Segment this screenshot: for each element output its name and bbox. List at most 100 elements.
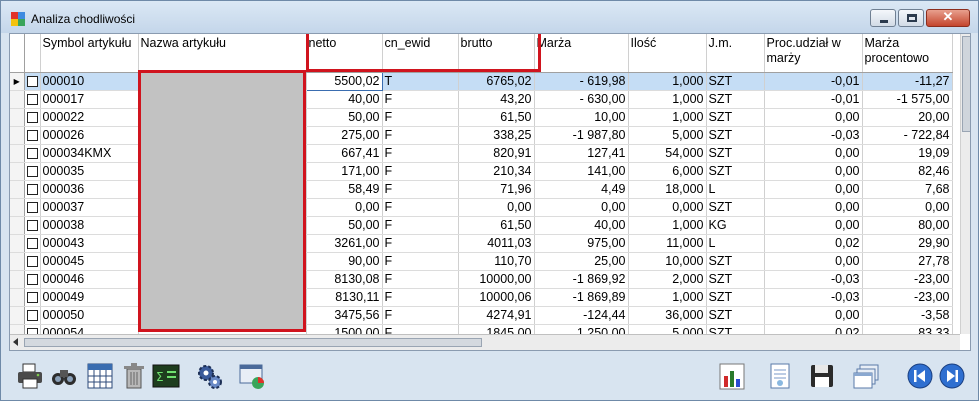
cell-ilosc[interactable]: 10,000 — [628, 252, 707, 271]
horizontal-scroll-thumb[interactable] — [24, 338, 482, 347]
cell-marza[interactable]: 0,00 — [534, 198, 629, 217]
cell-cn-ewid[interactable]: F — [382, 198, 459, 217]
cell-marza-proc[interactable]: -11,27 — [862, 72, 953, 91]
cell-netto[interactable]: 8130,08 — [306, 270, 383, 289]
cell-marza-proc[interactable]: 19,09 — [862, 144, 953, 163]
horizontal-scrollbar[interactable] — [10, 334, 960, 350]
row-checkbox[interactable] — [26, 94, 38, 106]
row-checkbox-cell[interactable] — [24, 144, 41, 163]
cell-marza[interactable]: -124,44 — [534, 306, 629, 325]
cell-marza-proc[interactable]: -3,58 — [862, 306, 953, 325]
cell-ilosc[interactable]: 36,000 — [628, 306, 707, 325]
cell-symbol[interactable]: 000036 — [40, 180, 139, 199]
cell-brutto[interactable]: 6765,02 — [458, 72, 535, 91]
row-checkbox-cell[interactable] — [24, 252, 41, 271]
row-checkbox-cell[interactable] — [24, 234, 41, 253]
window-chart-icon[interactable] — [237, 361, 267, 391]
cell-jm[interactable]: SZT — [706, 144, 765, 163]
cell-ilosc[interactable]: 0,000 — [628, 198, 707, 217]
close-button[interactable]: ✕ — [926, 9, 970, 27]
cell-ilosc[interactable]: 5,000 — [628, 126, 707, 145]
bar-chart-icon[interactable] — [717, 361, 747, 391]
row-checkbox[interactable] — [26, 112, 38, 124]
cell-symbol[interactable]: 000043 — [40, 234, 139, 253]
cell-jm[interactable]: SZT — [706, 108, 765, 127]
cell-cn-ewid[interactable]: F — [382, 162, 459, 181]
cell-brutto[interactable]: 10000,00 — [458, 270, 535, 289]
cell-ilosc[interactable]: 1,000 — [628, 216, 707, 235]
cell-ilosc[interactable]: 1,000 — [628, 72, 707, 91]
header-symbol[interactable]: Symbol artykułu — [40, 34, 139, 73]
cell-brutto[interactable]: 10000,06 — [458, 288, 535, 307]
cell-brutto[interactable]: 4011,03 — [458, 234, 535, 253]
cell-cn-ewid[interactable]: F — [382, 288, 459, 307]
gears-icon[interactable] — [195, 361, 225, 391]
row-checkbox[interactable] — [26, 202, 38, 214]
cell-marza-proc[interactable]: - 722,84 — [862, 126, 953, 145]
cell-marza[interactable]: 141,00 — [534, 162, 629, 181]
cell-marza-proc[interactable]: -1 575,00 — [862, 90, 953, 109]
cell-proc-udzial[interactable]: 0,00 — [764, 306, 863, 325]
cell-proc-udzial[interactable]: -0,03 — [764, 288, 863, 307]
cell-marza-proc[interactable]: -23,00 — [862, 288, 953, 307]
cell-symbol[interactable]: 000017 — [40, 90, 139, 109]
cell-brutto[interactable]: 0,00 — [458, 198, 535, 217]
cell-ilosc[interactable]: 2,000 — [628, 270, 707, 289]
printer-icon[interactable] — [15, 361, 45, 391]
sum-icon[interactable]: Σ — [151, 361, 181, 391]
cell-ilosc[interactable]: 6,000 — [628, 162, 707, 181]
row-checkbox[interactable] — [26, 76, 38, 88]
cell-proc-udzial[interactable]: 0,00 — [764, 252, 863, 271]
cell-brutto[interactable]: 110,70 — [458, 252, 535, 271]
cell-jm[interactable]: SZT — [706, 72, 765, 91]
cell-netto[interactable]: 667,41 — [306, 144, 383, 163]
cell-cn-ewid[interactable]: F — [382, 90, 459, 109]
row-checkbox-cell[interactable] — [24, 162, 41, 181]
cell-brutto[interactable]: 43,20 — [458, 90, 535, 109]
row-checkbox-cell[interactable] — [24, 288, 41, 307]
cell-netto[interactable]: 50,00 — [306, 216, 383, 235]
cell-jm[interactable]: SZT — [706, 252, 765, 271]
cell-marza[interactable]: - 630,00 — [534, 90, 629, 109]
cell-ilosc[interactable]: 1,000 — [628, 90, 707, 109]
cell-jm[interactable]: SZT — [706, 270, 765, 289]
cell-netto[interactable]: 8130,11 — [306, 288, 383, 307]
vertical-scroll-thumb[interactable] — [962, 36, 970, 132]
row-checkbox[interactable] — [26, 184, 38, 196]
row-checkbox-cell[interactable] — [24, 180, 41, 199]
cell-brutto[interactable]: 4274,91 — [458, 306, 535, 325]
cell-cn-ewid[interactable]: F — [382, 126, 459, 145]
cell-marza-proc[interactable]: 82,46 — [862, 162, 953, 181]
row-checkbox[interactable] — [26, 148, 38, 160]
cell-jm[interactable]: SZT — [706, 198, 765, 217]
cell-ilosc[interactable]: 1,000 — [628, 288, 707, 307]
cell-brutto[interactable]: 61,50 — [458, 216, 535, 235]
cell-netto[interactable]: 5500,02 — [305, 71, 383, 91]
row-checkbox[interactable] — [26, 220, 38, 232]
header-name[interactable]: Nazwa artykułu — [138, 34, 307, 73]
maximize-button[interactable] — [898, 9, 924, 27]
cell-ilosc[interactable]: 54,000 — [628, 144, 707, 163]
cell-jm[interactable]: KG — [706, 216, 765, 235]
next-icon[interactable] — [937, 361, 967, 391]
cell-marza[interactable]: 10,00 — [534, 108, 629, 127]
cell-proc-udzial[interactable]: 0,00 — [764, 180, 863, 199]
cell-netto[interactable]: 171,00 — [306, 162, 383, 181]
cell-ilosc[interactable]: 1,000 — [628, 108, 707, 127]
trash-icon[interactable] — [119, 361, 149, 391]
cell-marza[interactable]: 975,00 — [534, 234, 629, 253]
cell-marza[interactable]: 127,41 — [534, 144, 629, 163]
cell-netto[interactable]: 58,49 — [306, 180, 383, 199]
cell-cn-ewid[interactable]: F — [382, 234, 459, 253]
cell-netto[interactable]: 3261,00 — [306, 234, 383, 253]
cell-marza-proc[interactable]: 27,78 — [862, 252, 953, 271]
cell-symbol[interactable]: 000038 — [40, 216, 139, 235]
cell-symbol[interactable]: 000034KMX — [40, 144, 139, 163]
row-checkbox-cell[interactable] — [24, 198, 41, 217]
cell-proc-udzial[interactable]: -0,03 — [764, 126, 863, 145]
cell-marza-proc[interactable]: 80,00 — [862, 216, 953, 235]
row-checkbox[interactable] — [26, 130, 38, 142]
cell-cn-ewid[interactable]: T — [382, 72, 459, 91]
cell-symbol[interactable]: 000049 — [40, 288, 139, 307]
binoculars-icon[interactable] — [49, 361, 79, 391]
